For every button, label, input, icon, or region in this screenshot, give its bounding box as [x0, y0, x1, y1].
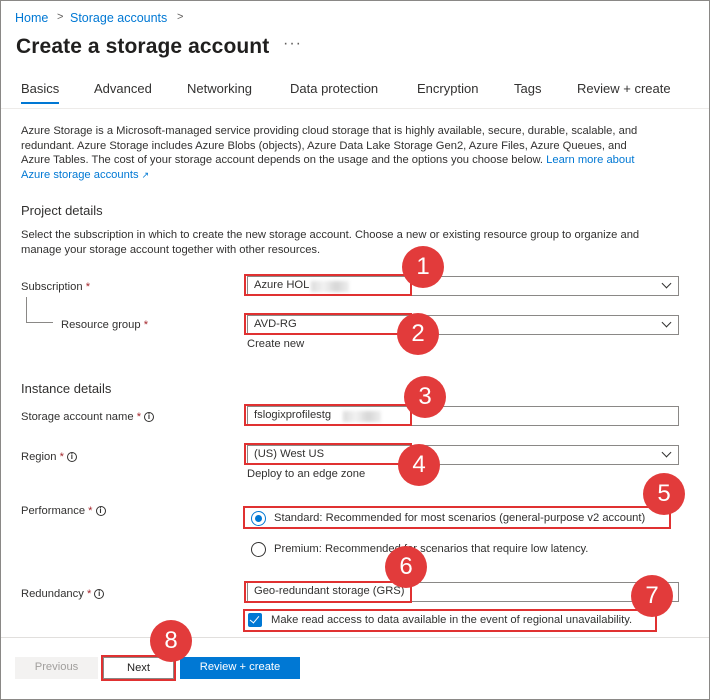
highlight-region [244, 443, 412, 465]
instance-details-heading: Instance details [21, 381, 112, 396]
intro-text: Azure Storage is a Microsoft-managed ser… [21, 125, 638, 181]
info-icon[interactable]: i [94, 589, 105, 600]
highlight-performance [243, 506, 671, 529]
tab-encryption[interactable]: Encryption [417, 81, 478, 96]
resource-group-label: Resource group * [61, 319, 149, 331]
subscription-label: Subscription * [21, 281, 91, 293]
create-new-link[interactable]: Create new [247, 338, 304, 350]
info-icon[interactable]: i [95, 506, 106, 517]
highlight-read-access [243, 609, 657, 632]
callout-badge: 1 [402, 246, 444, 288]
callout-badge: 6 [385, 546, 427, 588]
tab-networking[interactable]: Networking [187, 81, 252, 96]
tab-review-create[interactable]: Review + create [577, 81, 671, 96]
tabs-divider [1, 108, 709, 109]
project-details-description: Select the subscription in which to crea… [21, 229, 640, 256]
highlight-redundancy [244, 581, 412, 603]
previous-button[interactable]: Previous [15, 657, 98, 679]
performance-premium-label[interactable]: Premium: Recommended for scenarios that … [274, 543, 588, 555]
callout-badge: 4 [398, 444, 440, 486]
highlight-subscription [244, 274, 412, 296]
callout-badge: 2 [397, 313, 439, 355]
tab-advanced[interactable]: Advanced [94, 81, 152, 96]
breadcrumb-chevron-icon: > [57, 11, 64, 23]
performance-premium-radio[interactable] [251, 542, 266, 557]
active-tab-indicator [21, 102, 59, 104]
footer-divider [1, 637, 709, 638]
breadcrumb-home[interactable]: Home [15, 11, 48, 25]
info-icon[interactable]: i [66, 452, 77, 463]
tab-basics[interactable]: Basics [21, 81, 59, 96]
azure-storage-accounts-link[interactable]: Azure storage accounts [21, 169, 139, 181]
tree-connector [26, 297, 27, 323]
callout-badge: 5 [643, 473, 685, 515]
learn-more-link[interactable]: Learn more about [546, 154, 634, 166]
highlight-resource-group [244, 313, 412, 335]
callout-badge: 3 [404, 376, 446, 418]
breadcrumb-chevron-icon: > [177, 11, 184, 23]
page-title: Create a storage account [16, 35, 270, 58]
project-details-heading: Project details [21, 203, 103, 218]
highlight-storage-name [244, 404, 412, 426]
review-create-button[interactable]: Review + create [180, 657, 300, 679]
callout-badge: 8 [150, 620, 192, 662]
chevron-down-icon [661, 278, 672, 289]
external-link-icon: ↗ [141, 169, 150, 180]
info-icon[interactable]: i [144, 412, 155, 423]
deploy-edge-zone-link[interactable]: Deploy to an edge zone [247, 468, 365, 480]
callout-badge: 7 [631, 575, 673, 617]
redundancy-label: Redundancy * i [21, 588, 105, 600]
breadcrumb-storage-accounts[interactable]: Storage accounts [70, 11, 167, 25]
storage-account-wizard: Home > Storage accounts > Create a stora… [0, 0, 710, 700]
storage-account-name-label: Storage account name * i [21, 411, 155, 423]
tab-tags[interactable]: Tags [514, 81, 541, 96]
region-label: Region * i [21, 451, 77, 463]
more-options-icon[interactable]: ··· [283, 35, 302, 53]
chevron-down-icon [661, 447, 672, 458]
chevron-down-icon [661, 317, 672, 328]
tab-data-protection[interactable]: Data protection [290, 81, 378, 96]
performance-label: Performance * i [21, 505, 106, 517]
tree-connector [26, 322, 53, 323]
